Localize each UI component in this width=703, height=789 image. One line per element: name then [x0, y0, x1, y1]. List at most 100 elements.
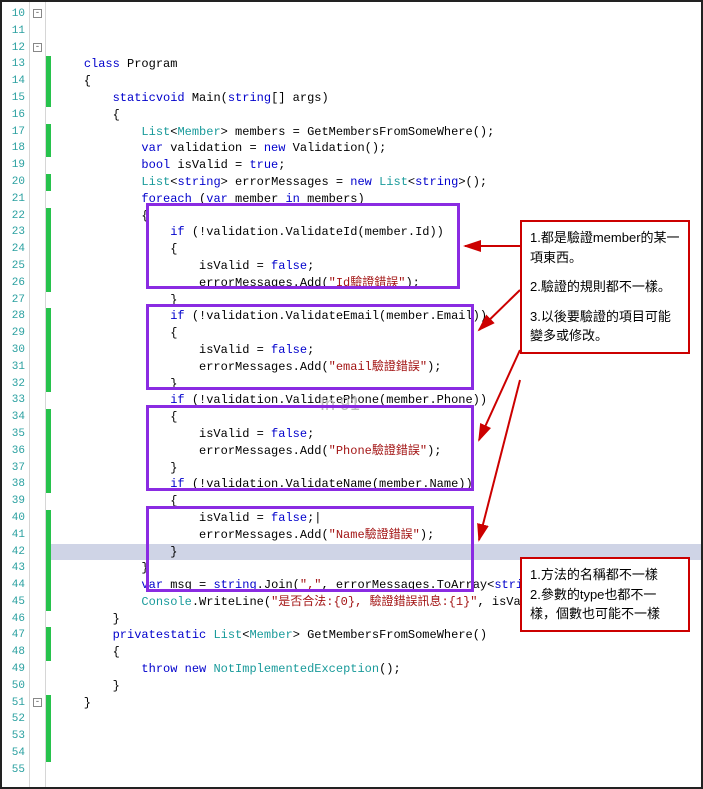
fold-cell[interactable]: [30, 90, 45, 107]
code-line[interactable]: List<Member> members = GetMembersFromSom…: [55, 124, 701, 141]
fold-cell[interactable]: [30, 23, 45, 40]
fold-cell[interactable]: [30, 510, 45, 527]
code-line[interactable]: isValid = false;: [55, 426, 701, 443]
code-editor: 1011121314151617181920212223242526272829…: [0, 0, 703, 789]
code-line[interactable]: }: [55, 678, 701, 695]
line-number: 33: [2, 392, 25, 409]
annotation-top-line1: 1.都是驗證member的某一項東西。: [530, 228, 680, 267]
code-line[interactable]: class Program: [55, 56, 701, 73]
fold-cell[interactable]: [30, 275, 45, 292]
fold-cell[interactable]: -: [30, 6, 45, 23]
line-number: 19: [2, 157, 25, 174]
code-line[interactable]: }: [55, 460, 701, 477]
line-number: 28: [2, 308, 25, 325]
line-number: 39: [2, 493, 25, 510]
fold-cell[interactable]: [30, 443, 45, 460]
code-line[interactable]: if (!validation.ValidateName(member.Name…: [55, 476, 701, 493]
code-line[interactable]: {: [55, 493, 701, 510]
fold-cell[interactable]: [30, 678, 45, 695]
fold-cell[interactable]: [30, 359, 45, 376]
line-number: 49: [2, 661, 25, 678]
fold-cell[interactable]: -: [30, 40, 45, 57]
line-number: 35: [2, 426, 25, 443]
fold-cell[interactable]: [30, 376, 45, 393]
fold-cell[interactable]: -: [30, 695, 45, 712]
fold-cell[interactable]: [30, 56, 45, 73]
code-line[interactable]: throw new NotImplementedException();: [55, 661, 701, 678]
code-line[interactable]: errorMessages.Add("Name驗證錯誤");: [55, 527, 701, 544]
code-line[interactable]: errorMessages.Add("email驗證錯誤");: [55, 359, 701, 376]
fold-cell[interactable]: [30, 594, 45, 611]
line-number: 27: [2, 292, 25, 309]
fold-cell[interactable]: [30, 73, 45, 90]
fold-cell[interactable]: [30, 157, 45, 174]
line-number: 36: [2, 443, 25, 460]
fold-cell[interactable]: [30, 560, 45, 577]
fold-minus-icon[interactable]: -: [33, 43, 42, 52]
annotation-top: 1.都是驗證member的某一項東西。 2.驗證的規則都不一樣。 3.以後要驗證…: [520, 220, 690, 354]
fold-cell[interactable]: [30, 258, 45, 275]
line-number: 15: [2, 90, 25, 107]
line-number: 13: [2, 56, 25, 73]
line-number: 24: [2, 241, 25, 258]
annotation-bottom-line1: 1.方法的名稱都不一樣: [530, 565, 680, 585]
code-area[interactable]: class Program { staticvoid Main(string[]…: [51, 2, 701, 787]
code-line[interactable]: bool isValid = true;: [55, 157, 701, 174]
fold-cell[interactable]: [30, 476, 45, 493]
fold-cell[interactable]: [30, 191, 45, 208]
fold-cell[interactable]: [30, 745, 45, 762]
line-number: 30: [2, 342, 25, 359]
code-line[interactable]: }: [55, 376, 701, 393]
fold-cell[interactable]: [30, 124, 45, 141]
fold-cell[interactable]: [30, 460, 45, 477]
fold-cell[interactable]: [30, 527, 45, 544]
line-number: 14: [2, 73, 25, 90]
code-line[interactable]: var validation = new Validation();: [55, 140, 701, 157]
code-line[interactable]: if (!validation.ValidatePhone(member.Pho…: [55, 392, 701, 409]
fold-cell[interactable]: [30, 308, 45, 325]
fold-cell[interactable]: [30, 224, 45, 241]
fold-cell[interactable]: [30, 711, 45, 728]
fold-cell[interactable]: [30, 661, 45, 678]
fold-cell[interactable]: [30, 426, 45, 443]
line-number: 21: [2, 191, 25, 208]
annotation-top-line2: 2.驗證的規則都不一樣。: [530, 277, 680, 297]
fold-cell[interactable]: [30, 208, 45, 225]
fold-cell[interactable]: [30, 493, 45, 510]
fold-cell[interactable]: [30, 728, 45, 745]
fold-cell[interactable]: [30, 577, 45, 594]
fold-cell[interactable]: [30, 241, 45, 258]
line-number: 45: [2, 594, 25, 611]
fold-cell[interactable]: [30, 342, 45, 359]
line-number: 41: [2, 527, 25, 544]
fold-cell[interactable]: [30, 762, 45, 779]
fold-cell[interactable]: [30, 611, 45, 628]
code-line[interactable]: staticvoid Main(string[] args): [55, 90, 701, 107]
fold-cell[interactable]: [30, 409, 45, 426]
fold-cell[interactable]: [30, 325, 45, 342]
code-line[interactable]: }: [55, 695, 701, 712]
code-line[interactable]: foreach (var member in members): [55, 191, 701, 208]
code-line[interactable]: errorMessages.Add("Phone驗證錯誤");: [55, 443, 701, 460]
code-line[interactable]: {: [55, 73, 701, 90]
code-line[interactable]: {: [55, 107, 701, 124]
fold-cell[interactable]: [30, 627, 45, 644]
line-number: 55: [2, 762, 25, 779]
fold-cell[interactable]: [30, 392, 45, 409]
line-number: 22: [2, 208, 25, 225]
fold-cell[interactable]: [30, 292, 45, 309]
fold-cell[interactable]: [30, 107, 45, 124]
fold-cell[interactable]: [30, 140, 45, 157]
code-line[interactable]: isValid = false;|: [55, 510, 701, 527]
code-line[interactable]: List<string> errorMessages = new List<st…: [55, 174, 701, 191]
fold-minus-icon[interactable]: -: [33, 9, 42, 18]
code-line[interactable]: {: [55, 409, 701, 426]
line-number: 48: [2, 644, 25, 661]
fold-cell[interactable]: [30, 174, 45, 191]
code-line[interactable]: {: [55, 644, 701, 661]
fold-minus-icon[interactable]: -: [33, 698, 42, 707]
line-number-gutter: 1011121314151617181920212223242526272829…: [2, 2, 30, 787]
line-number: 47: [2, 627, 25, 644]
fold-cell[interactable]: [30, 644, 45, 661]
fold-cell[interactable]: [30, 544, 45, 561]
